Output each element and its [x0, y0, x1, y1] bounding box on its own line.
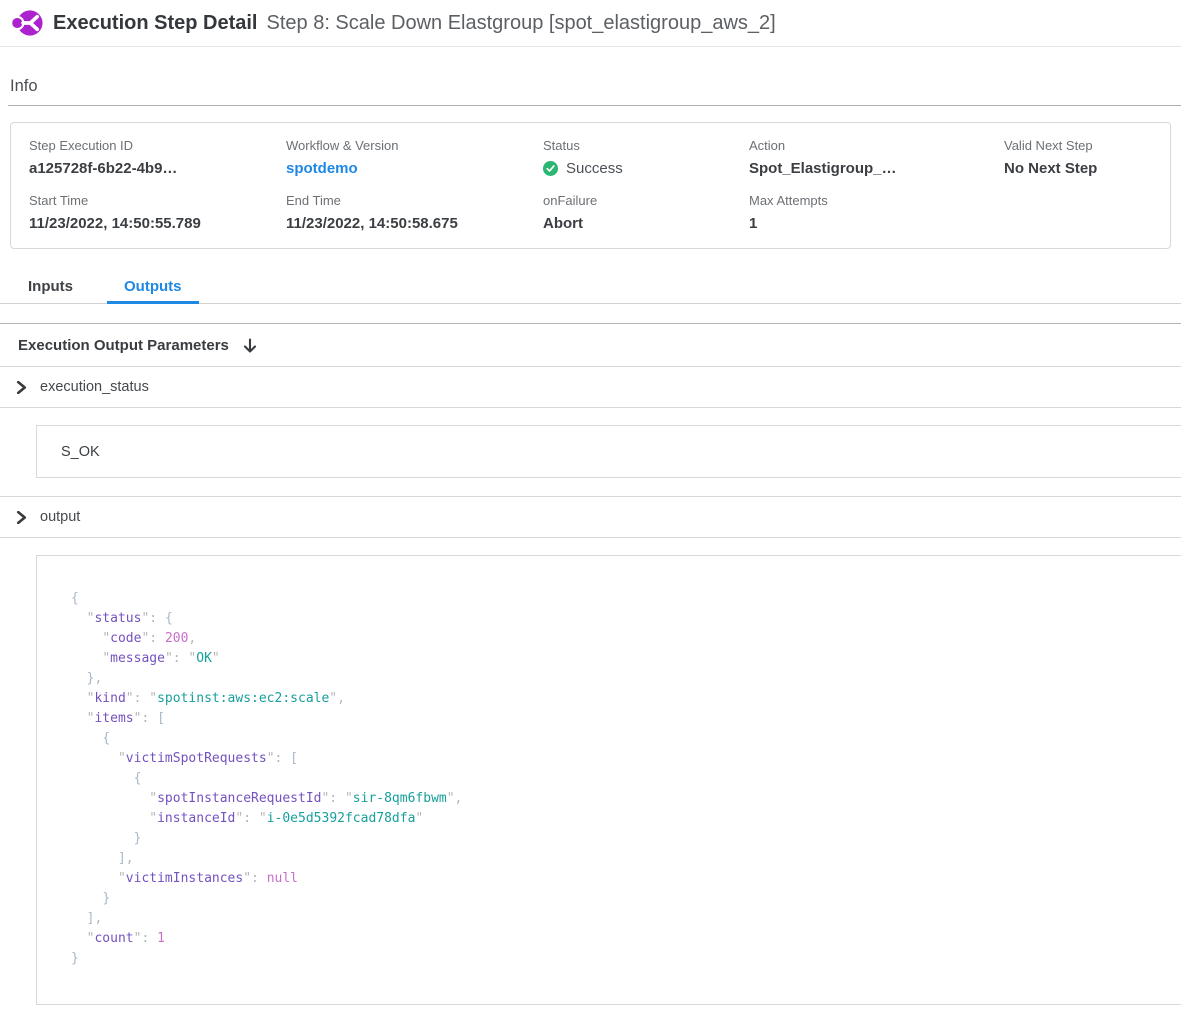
- code-line: "victimInstances": null: [71, 869, 1181, 889]
- page-title: Execution Step Detail: [53, 12, 258, 35]
- status-field: Status Success: [543, 138, 749, 177]
- code-line: ],: [71, 909, 1181, 929]
- code-line: "status": {: [71, 609, 1181, 629]
- step-execution-id-field: Step Execution ID a125728f-6b22-4b9…: [29, 138, 286, 177]
- collapse-all-arrow-down-icon[interactable]: [243, 338, 257, 354]
- code-line: "message": "OK": [71, 649, 1181, 669]
- field-label: Action: [749, 138, 1004, 153]
- field-label: Start Time: [29, 193, 286, 208]
- field-label: Valid Next Step: [1004, 138, 1170, 153]
- max-attempts-field: Max Attempts 1: [749, 193, 1004, 232]
- info-card: Step Execution ID a125728f-6b22-4b9… Wor…: [10, 122, 1171, 249]
- field-value: Spot_Elastigroup_…: [749, 160, 1004, 177]
- outputs-section-header: Execution Output Parameters: [0, 324, 1181, 366]
- field-label: Workflow & Version: [286, 138, 543, 153]
- tab-inputs[interactable]: Inputs: [28, 268, 90, 303]
- code-line: {: [71, 729, 1181, 749]
- end-time-field: End Time 11/23/2022, 14:50:58.675: [286, 193, 543, 232]
- field-label: Step Execution ID: [29, 138, 286, 153]
- code-line: "spotInstanceRequestId": "sir-8qm6fbwm",: [71, 789, 1181, 809]
- valid-next-step-field: Valid Next Step No Next Step: [1004, 138, 1170, 177]
- success-check-icon: [543, 161, 558, 176]
- field-value: a125728f-6b22-4b9…: [29, 160, 286, 177]
- code-line: "victimSpotRequests": [: [71, 749, 1181, 769]
- app-header: Execution Step Detail Step 8: Scale Down…: [0, 0, 1181, 47]
- code-line: },: [71, 669, 1181, 689]
- code-line: "code": 200,: [71, 629, 1181, 649]
- code-line: {: [71, 589, 1181, 609]
- chevron-right-icon: [16, 381, 27, 394]
- tab-outputs[interactable]: Outputs: [107, 268, 199, 304]
- page-subtitle: Step 8: Scale Down Elastgroup [spot_elas…: [267, 12, 776, 35]
- code-line: "kind": "spotinst:aws:ec2:scale",: [71, 689, 1181, 709]
- code-line: "instanceId": "i-0e5d5392fcad78dfa": [71, 809, 1181, 829]
- section-title: Execution Output Parameters: [18, 337, 229, 354]
- status-text: Success: [566, 160, 623, 177]
- field-value: No Next Step: [1004, 160, 1170, 177]
- action-field: Action Spot_Elastigroup_…: [749, 138, 1004, 177]
- field-value: 1: [749, 215, 1004, 232]
- field-label: Max Attempts: [749, 193, 1004, 208]
- chevron-right-icon: [16, 511, 27, 524]
- brand-logo-icon: [10, 8, 43, 38]
- status-badge: Success: [543, 160, 749, 177]
- field-label: End Time: [286, 193, 543, 208]
- field-label: Status: [543, 138, 749, 153]
- start-time-field: Start Time 11/23/2022, 14:50:55.789: [29, 193, 286, 232]
- info-heading: Info: [10, 77, 1181, 96]
- field-value: Abort: [543, 215, 749, 232]
- expander-output[interactable]: output: [0, 497, 1181, 537]
- code-line: {: [71, 769, 1181, 789]
- workflow-version-field: Workflow & Version spotdemo: [286, 138, 543, 177]
- divider: [0, 537, 1181, 538]
- code-line: }: [71, 829, 1181, 849]
- output-json-code: { "status": { "code": 200, "message": "O…: [36, 555, 1181, 1005]
- code-line: ],: [71, 849, 1181, 869]
- field-label: onFailure: [543, 193, 749, 208]
- field-value: 11/23/2022, 14:50:55.789: [29, 215, 286, 232]
- onfailure-field: onFailure Abort: [543, 193, 749, 232]
- expander-label: execution_status: [40, 379, 149, 395]
- info-rule: [8, 105, 1181, 106]
- code-line: "count": 1: [71, 929, 1181, 949]
- tab-bar: Inputs Outputs: [0, 268, 1181, 304]
- code-line: "items": [: [71, 709, 1181, 729]
- workflow-link[interactable]: spotdemo: [286, 160, 543, 177]
- code-line: }: [71, 949, 1181, 969]
- expander-label: output: [40, 509, 80, 525]
- expander-execution-status[interactable]: execution_status: [0, 367, 1181, 407]
- code-line: }: [71, 889, 1181, 909]
- field-value: 11/23/2022, 14:50:58.675: [286, 215, 543, 232]
- execution-status-value: S_OK: [36, 425, 1181, 478]
- divider: [0, 407, 1181, 408]
